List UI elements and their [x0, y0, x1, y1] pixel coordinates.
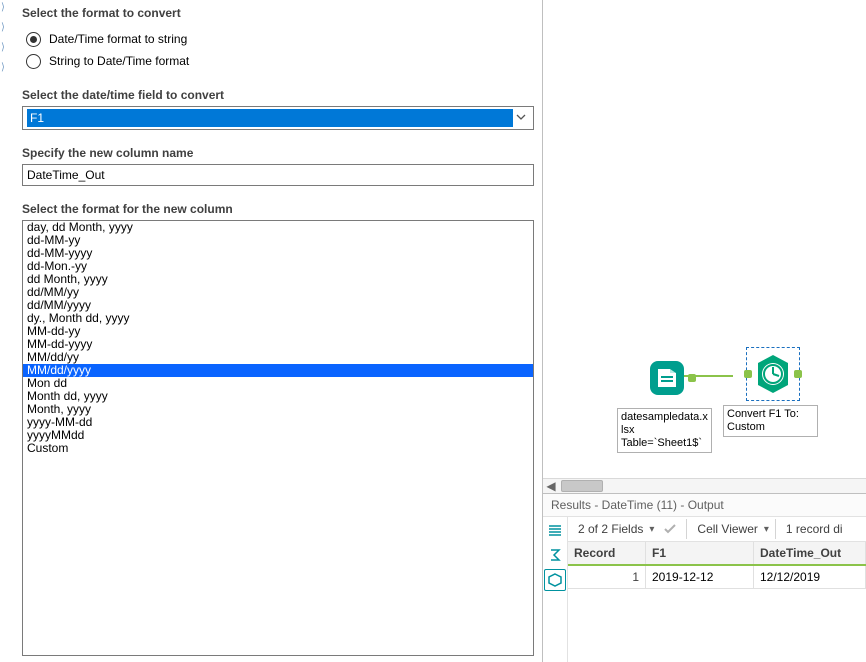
right-side: datesampledata.xlsx Table=`Sheet1$` — [543, 0, 866, 662]
format-listbox[interactable]: day, dd Month, yyyydd-MM-yydd-MM-yyyydd-… — [22, 220, 534, 656]
label-format-list: Select the format for the new column — [22, 202, 534, 216]
anchor-out[interactable] — [794, 370, 802, 378]
cell-datetime-out: 12/12/2019 — [754, 565, 866, 589]
format-option[interactable]: dd-MM-yyyy — [23, 247, 533, 260]
results-grid[interactable]: Record F1 DateTime_Out 12019-12-1212/12/… — [568, 542, 866, 589]
cell-f1: 2019-12-12 — [646, 565, 754, 589]
format-option[interactable]: Month, yyyy — [23, 403, 533, 416]
label-select-field: Select the date/time field to convert — [22, 88, 534, 102]
node-input-tool[interactable]: datesampledata.xlsx Table=`Sheet1$` — [617, 352, 717, 453]
app-root: ⟩ ⟩ ⟩ ⟩ Select the format to convert Dat… — [0, 0, 866, 662]
separator — [686, 519, 687, 539]
format-option[interactable]: MM/dd/yyyy — [23, 364, 533, 377]
results-toolbar: 2 of 2 Fields ▾ Cell Viewer ▾ 1 record d… — [568, 517, 866, 542]
input-tool-icon — [646, 357, 688, 399]
scroll-thumb[interactable] — [561, 480, 603, 492]
config-panel: Select the format to convert Date/Time f… — [14, 0, 543, 662]
col-f1[interactable]: F1 — [646, 542, 754, 565]
radio-icon — [26, 32, 41, 47]
rail-glyph: ⟩ — [1, 42, 5, 53]
format-option[interactable]: MM-dd-yy — [23, 325, 533, 338]
radio-group-format: Date/Time format to string String to Dat… — [26, 28, 534, 72]
rail-glyph: ⟩ — [1, 62, 5, 73]
fields-count[interactable]: 2 of 2 Fields — [574, 522, 647, 536]
col-record[interactable]: Record — [568, 542, 646, 565]
hex-view-icon[interactable] — [544, 569, 566, 591]
node-input-caption: datesampledata.xlsx Table=`Sheet1$` — [617, 408, 712, 453]
table-row[interactable]: 12019-12-1212/12/2019 — [568, 565, 866, 589]
workflow-canvas[interactable]: datesampledata.xlsx Table=`Sheet1$` — [543, 0, 866, 493]
radio-dt-to-string[interactable]: Date/Time format to string — [26, 28, 534, 50]
chevron-down-icon[interactable]: ▾ — [764, 524, 769, 535]
format-option[interactable]: Month dd, yyyy — [23, 390, 533, 403]
format-option[interactable]: MM-dd-yyyy — [23, 338, 533, 351]
check-icon[interactable] — [660, 519, 680, 539]
rail-glyph: ⟩ — [1, 2, 5, 13]
anchor-in[interactable] — [744, 370, 752, 378]
radio-icon — [26, 54, 41, 69]
cell-record: 1 — [568, 565, 646, 589]
list-view-icon[interactable] — [545, 521, 565, 541]
left-rail: ⟩ ⟩ ⟩ ⟩ — [0, 0, 14, 662]
scroll-left-icon[interactable]: ◀ — [543, 479, 559, 493]
radio-label: Date/Time format to string — [49, 32, 187, 46]
radio-string-to-dt[interactable]: String to Date/Time format — [26, 50, 534, 72]
format-option[interactable]: day, dd Month, yyyy — [23, 221, 533, 234]
sigma-icon[interactable] — [545, 545, 565, 565]
cell-viewer-button[interactable]: Cell Viewer — [693, 522, 761, 536]
canvas-hscrollbar[interactable]: ◀ — [543, 478, 866, 493]
format-option[interactable]: yyyyMMdd — [23, 429, 533, 442]
anchor-out[interactable] — [688, 374, 696, 382]
results-pane: Results - DateTime (11) - Output 2 — [543, 493, 866, 662]
format-option[interactable]: MM/dd/yy — [23, 351, 533, 364]
results-sidebar — [543, 517, 568, 662]
results-title: Results - DateTime (11) - Output — [543, 494, 866, 517]
format-option[interactable]: dd/MM/yy — [23, 286, 533, 299]
grid-header-row: Record F1 DateTime_Out — [568, 542, 866, 565]
datetime-tool-icon — [752, 353, 794, 395]
field-dropdown[interactable]: F1 — [22, 106, 534, 130]
label-new-column: Specify the new column name — [22, 146, 534, 160]
results-body: 2 of 2 Fields ▾ Cell Viewer ▾ 1 record d… — [543, 517, 866, 662]
chevron-down-icon — [513, 111, 529, 125]
new-column-input[interactable] — [22, 164, 534, 186]
format-option[interactable]: yyyy-MM-dd — [23, 416, 533, 429]
separator — [775, 519, 776, 539]
results-main: 2 of 2 Fields ▾ Cell Viewer ▾ 1 record d… — [568, 517, 866, 662]
col-datetime-out[interactable]: DateTime_Out — [754, 542, 866, 565]
rail-glyph: ⟩ — [1, 22, 5, 33]
format-option[interactable]: dd Month, yyyy — [23, 273, 533, 286]
record-count: 1 record di — [782, 522, 847, 536]
label-select-format: Select the format to convert — [22, 6, 534, 20]
field-dropdown-value: F1 — [27, 109, 513, 127]
format-option[interactable]: Custom — [23, 442, 533, 455]
node-datetime-tool[interactable]: Convert F1 To: Custom — [723, 347, 823, 437]
radio-label: String to Date/Time format — [49, 54, 189, 68]
format-option[interactable]: dd-MM-yy — [23, 234, 533, 247]
node-datetime-caption: Convert F1 To: Custom — [723, 405, 818, 437]
chevron-down-icon[interactable]: ▾ — [649, 524, 654, 535]
format-option[interactable]: dy., Month dd, yyyy — [23, 312, 533, 325]
